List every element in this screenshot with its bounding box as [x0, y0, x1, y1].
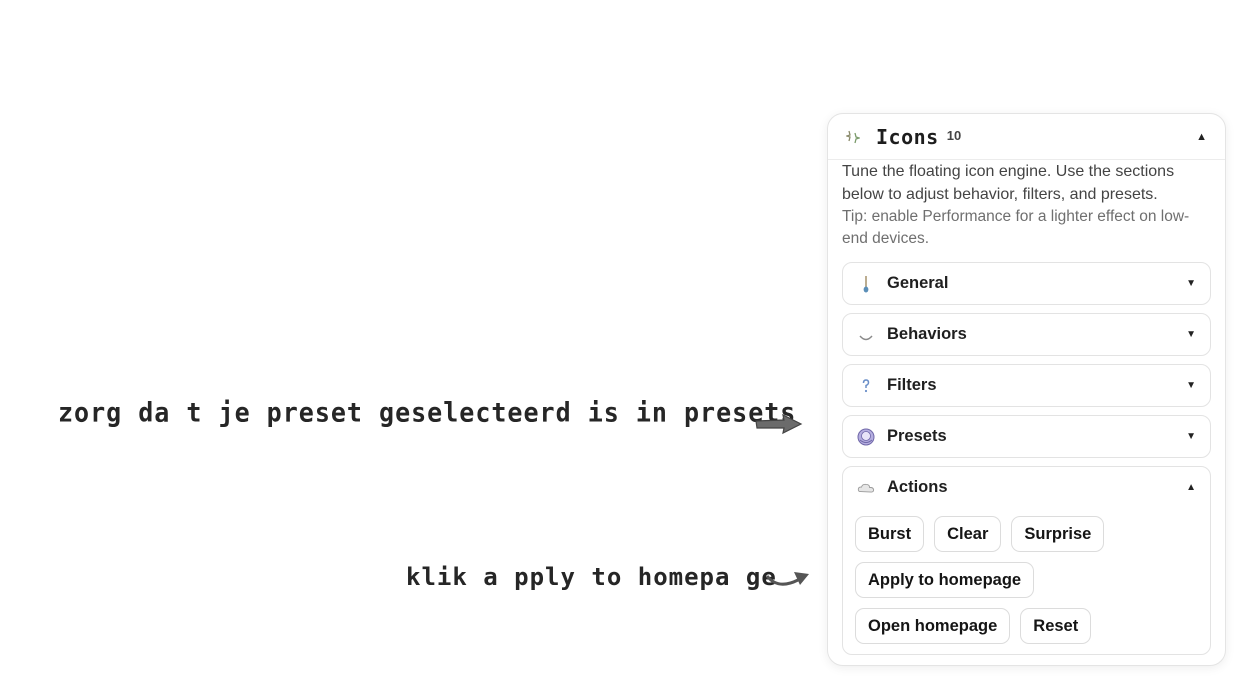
chevron-up-icon: ▲	[1186, 482, 1196, 493]
section-presets-toggle[interactable]: Presets ▼	[843, 416, 1210, 457]
panel-body: Tune the floating icon engine. Use the s…	[828, 160, 1225, 655]
burst-button[interactable]: Burst	[855, 516, 925, 552]
chevron-down-icon: ▼	[1186, 431, 1196, 442]
cloud-icon	[857, 479, 875, 497]
reset-button[interactable]: Reset	[1020, 608, 1092, 644]
surprise-button[interactable]: Surprise	[1011, 516, 1105, 552]
collapse-panel-button[interactable]: ▲	[1196, 131, 1207, 143]
icon-count-badge: 10	[946, 128, 962, 143]
brush-icon	[857, 275, 875, 293]
clear-button[interactable]: Clear	[934, 516, 1002, 552]
orb-icon	[857, 428, 875, 446]
annotation-select-preset: zorg da t je preset geselecteerd is in p…	[58, 397, 797, 428]
section-actions-toggle[interactable]: Actions ▲	[843, 467, 1210, 508]
icons-panel: Icons 10 ▲ Tune the floating icon engine…	[827, 113, 1226, 666]
arrow-right-icon	[755, 413, 803, 435]
section-general-label: General	[887, 274, 949, 292]
panel-tip: Tip: enable Performance for a lighter ef…	[842, 208, 1190, 247]
panel-header: Icons 10 ▲	[828, 114, 1225, 160]
sparkle-icon	[846, 129, 862, 145]
actions-row: Apply to homepage	[855, 562, 1198, 598]
question-icon	[857, 377, 875, 395]
section-general-toggle[interactable]: General ▼	[843, 263, 1210, 304]
annotation-apply-homepage: klik a pply to homepa ge	[406, 563, 777, 591]
chevron-down-icon: ▼	[1186, 380, 1196, 391]
apply-to-homepage-button[interactable]: Apply to homepage	[855, 562, 1035, 598]
section-filters-toggle[interactable]: Filters ▼	[843, 365, 1210, 406]
section-presets: Presets ▼	[842, 415, 1211, 458]
actions-row: Open homepage Reset	[855, 608, 1198, 644]
section-behaviors-label: Behaviors	[887, 325, 967, 343]
panel-description: Tune the floating icon engine. Use the s…	[842, 163, 1175, 203]
section-filters: Filters ▼	[842, 364, 1211, 407]
swirl-icon	[857, 326, 875, 344]
section-presets-label: Presets	[887, 427, 947, 445]
panel-title: Icons	[876, 124, 939, 149]
open-homepage-button[interactable]: Open homepage	[855, 608, 1011, 644]
chevron-down-icon: ▼	[1186, 278, 1196, 289]
section-general: General ▼	[842, 262, 1211, 305]
chevron-down-icon: ▼	[1186, 329, 1196, 340]
actions-body: Burst Clear Surprise Apply to homepage O…	[843, 508, 1210, 654]
section-behaviors: Behaviors ▼	[842, 313, 1211, 356]
stage: zorg da t je preset geselecteerd is in p…	[0, 0, 1242, 676]
curved-arrow-icon	[765, 572, 809, 586]
section-actions-label: Actions	[887, 478, 948, 496]
section-actions: Actions ▲ Burst Clear Surprise Apply to …	[842, 466, 1211, 655]
actions-row: Burst Clear Surprise	[855, 516, 1198, 552]
section-filters-label: Filters	[887, 376, 937, 394]
section-behaviors-toggle[interactable]: Behaviors ▼	[843, 314, 1210, 355]
